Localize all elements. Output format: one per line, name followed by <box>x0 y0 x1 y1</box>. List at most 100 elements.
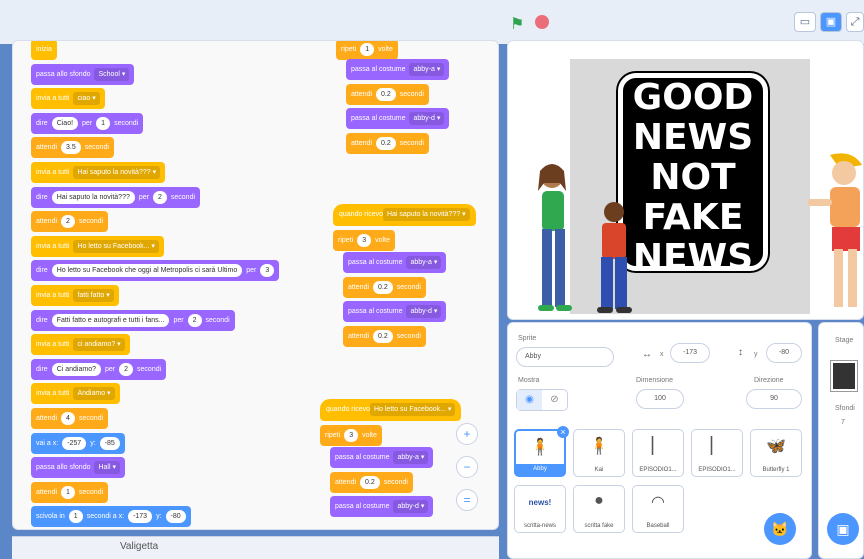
size-input[interactable]: 100 <box>636 389 684 409</box>
code-block[interactable]: attendi 0.2 secondi <box>343 325 426 347</box>
normal-stage-button[interactable]: ▣ <box>820 12 842 32</box>
code-block[interactable]: vai a x: -257 y: -85 <box>31 432 125 454</box>
block-dropdown[interactable]: fatti fatto ▾ <box>73 289 114 302</box>
block-dropdown[interactable]: ciao ▾ <box>73 92 100 106</box>
hat-block[interactable]: quando ricevo Hai saputo la novità??? ▾ <box>333 204 476 226</box>
code-block[interactable]: invia a tutti Andiamo ▾ <box>31 383 120 405</box>
code-block[interactable]: dire Ho letto su Facebook che oggi al Met… <box>31 260 280 282</box>
sprite-thumb[interactable]: 🧍 Kai <box>573 429 625 477</box>
abby-sprite[interactable] <box>530 161 580 320</box>
stop-icon[interactable] <box>535 15 549 29</box>
kai-sprite[interactable] <box>592 199 636 319</box>
y-input[interactable]: -80 <box>766 343 802 363</box>
code-block[interactable]: invia a tutti fatti fatto ▾ <box>31 285 119 306</box>
block-input[interactable]: 0.2 <box>373 280 393 294</box>
block-input[interactable]: Ho letto su Facebook che oggi al Metropo… <box>51 264 243 278</box>
add-backdrop-button[interactable]: ▣ <box>827 513 859 545</box>
sprite-thumb[interactable]: 🧍 Abby × <box>514 426 569 477</box>
block-input[interactable]: Hai saputo la novità??? <box>51 190 135 204</box>
block-dropdown[interactable]: Andiamo ▾ <box>73 387 115 401</box>
block-input[interactable]: -173 <box>128 510 153 524</box>
block-dropdown[interactable]: abby-a ▾ <box>393 451 429 464</box>
stage-panel[interactable]: Stage Sfondi 7 ▣ <box>818 322 864 559</box>
block-input[interactable]: -257 <box>62 436 87 450</box>
code-block[interactable]: passa al costume abby-d ▾ <box>343 301 447 322</box>
code-block[interactable]: passa al costume abby-d ▾ <box>330 496 434 517</box>
code-area[interactable]: inizia passa allo sfondo School ▾ invia a t… <box>12 40 499 530</box>
block-dropdown[interactable]: abby-d ▾ <box>406 305 442 318</box>
block-input[interactable]: -80 <box>165 510 186 524</box>
code-block[interactable]: dire Ciao! per 1 secondi <box>31 112 144 134</box>
block-input[interactable]: 3 <box>357 234 372 247</box>
block-input[interactable]: 2 <box>119 362 134 376</box>
hat-block[interactable]: quando ricevo Ho letto su Facebook... ▾ <box>320 399 462 421</box>
code-block[interactable]: scivola in 1 secondi a x: -173 y: -80 <box>31 506 191 528</box>
block-input[interactable]: 3 <box>260 264 275 278</box>
block-input[interactable]: 0.2 <box>376 136 396 150</box>
block-dropdown[interactable]: abby-d ▾ <box>409 112 445 125</box>
code-block[interactable]: ripeti 3 volte <box>333 230 395 251</box>
code-block[interactable]: attendi 0.2 secondi <box>346 132 429 154</box>
block-input[interactable]: 0.2 <box>376 87 396 101</box>
code-block[interactable]: ripeti 1 volte <box>336 41 398 60</box>
block-dropdown[interactable]: Hall ▾ <box>94 461 121 475</box>
block-input[interactable]: 2 <box>61 215 75 229</box>
block-input[interactable]: 1 <box>96 116 111 130</box>
block-input[interactable]: 3.5 <box>61 141 81 155</box>
code-block[interactable]: attendi 4 secondi <box>31 408 109 429</box>
sprite-thumb[interactable]: ● scritta fake <box>573 485 625 533</box>
code-block[interactable]: attendi 0.2 secondi <box>346 83 429 105</box>
sprite-thumb[interactable]: ▏ EPISODIO1... <box>632 429 684 477</box>
code-block[interactable]: passa al costume abby-a ▾ <box>330 447 434 468</box>
block-input[interactable]: Ci andiamo? <box>51 362 101 376</box>
code-block[interactable]: passa al costume abby-a ▾ <box>343 252 447 273</box>
sprite-thumb[interactable]: ▏ EPISODIO1... <box>691 429 743 477</box>
code-block[interactable]: dire Ci andiamo? per 2 secondi <box>31 358 167 380</box>
small-stage-button[interactable]: ▭ <box>794 12 816 32</box>
hide-eye-icon[interactable]: ⊘ <box>542 390 567 410</box>
code-block[interactable]: attendi 0.2 secondi <box>330 471 413 493</box>
fullscreen-icon[interactable]: ⤢ <box>846 12 864 32</box>
block-dropdown[interactable]: ci andiamo? ▾ <box>73 338 125 352</box>
block-input[interactable]: 0.2 <box>360 475 380 489</box>
block-input[interactable]: Fatti fatto e autografi e tutti i fans..… <box>51 313 170 327</box>
stage-thumbnail[interactable] <box>831 361 857 391</box>
zoom-reset-button[interactable]: = <box>456 489 478 511</box>
code-block[interactable]: invia a tutti ci andiamo? ▾ <box>31 334 130 356</box>
block-dropdown[interactable]: abby-d ▾ <box>393 500 429 513</box>
code-block[interactable]: invia a tutti ciao ▾ <box>31 88 105 110</box>
hat-dropdown[interactable]: Hai saputo la novità??? ▾ <box>382 208 470 221</box>
block-input[interactable]: 2 <box>187 313 202 327</box>
add-sprite-button[interactable]: 🐱 <box>764 513 796 545</box>
code-block[interactable]: invia a tutti Hai saputo la novità??? ▾ <box>31 162 166 183</box>
sprite-thumb[interactable]: ◠ Baseball <box>632 485 684 533</box>
sprite-thumb[interactable]: news! scritta-news <box>514 485 566 533</box>
green-flag-icon[interactable]: ⚑ <box>510 14 524 34</box>
block-dropdown[interactable]: Hai saputo la novità??? ▾ <box>73 166 161 179</box>
code-block[interactable]: dire Hai saputo la novità??? per 2 secondi <box>31 186 201 208</box>
block-input[interactable]: 1 <box>68 510 83 524</box>
code-block[interactable]: attendi 0.2 secondi <box>343 276 426 298</box>
code-block[interactable]: passa allo sfondo School ▾ <box>31 63 135 85</box>
hat-dropdown[interactable]: Ho letto su Facebook... ▾ <box>369 403 456 416</box>
block-dropdown[interactable]: abby-a ▾ <box>409 63 445 76</box>
block-input[interactable]: 1 <box>61 485 75 499</box>
block-dropdown[interactable]: Ho letto su Facebook... ▾ <box>73 239 159 253</box>
block-input[interactable]: Ciao! <box>51 116 79 130</box>
code-block[interactable]: invia a tutti Ho letto su Facebook... ▾ <box>31 235 164 257</box>
block-input[interactable]: -85 <box>99 436 120 450</box>
block-input[interactable]: 2 <box>152 190 167 204</box>
block-input[interactable]: 3 <box>344 429 359 442</box>
code-block[interactable]: inizia <box>31 41 57 60</box>
delete-sprite-icon[interactable]: × <box>557 426 569 438</box>
stage[interactable]: GOOD NEWS NOT FAKE NEWS <box>507 40 864 320</box>
code-block[interactable]: attendi 1 secondi <box>31 481 109 503</box>
zoom-out-button[interactable]: − <box>456 456 478 478</box>
code-block[interactable]: ripeti 3 volte <box>320 425 382 446</box>
sprite-name-input[interactable]: Abby <box>516 347 614 367</box>
block-input[interactable]: 1 <box>360 43 375 56</box>
backpack[interactable]: Valigetta <box>12 536 499 559</box>
direction-input[interactable]: 90 <box>746 389 802 409</box>
x-input[interactable]: -173 <box>670 343 710 363</box>
block-dropdown[interactable]: abby-a ▾ <box>406 256 442 269</box>
